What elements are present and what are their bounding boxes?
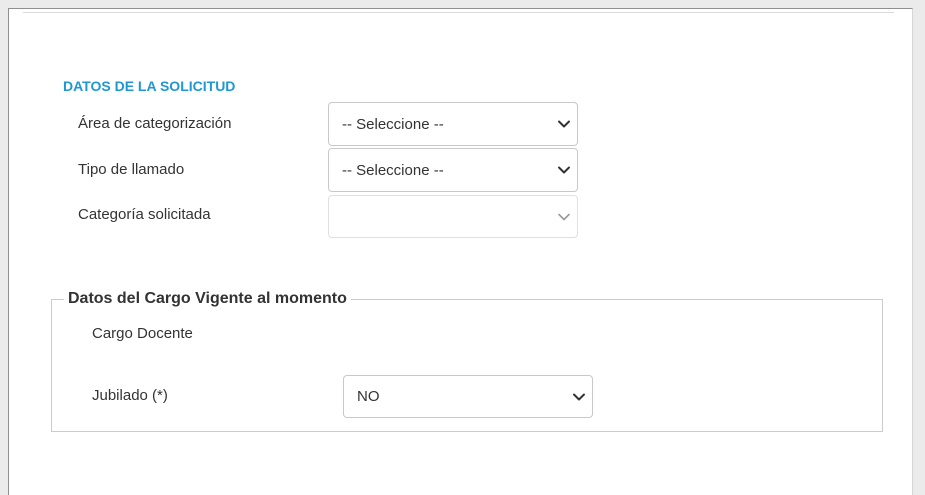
section-title: DATOS DE LA SOLICITUD (63, 78, 236, 94)
jubilado-value: NO (357, 388, 380, 405)
jubilado-label: Jubilado (*) (92, 387, 168, 404)
area-categorizacion-select[interactable]: -- Seleccione -- (328, 102, 578, 146)
area-categorizacion-label: Área de categorización (78, 115, 232, 132)
cargo-docente-label: Cargo Docente (92, 325, 193, 342)
categoria-solicitada-select[interactable] (328, 195, 578, 238)
tipo-llamado-label: Tipo de llamado (78, 161, 185, 178)
jubilado-select[interactable]: NO (343, 375, 593, 418)
chevron-down-icon (558, 120, 570, 128)
chevron-down-icon (558, 213, 570, 220)
tipo-llamado-value: -- Seleccione -- (342, 161, 444, 179)
chevron-down-icon (558, 166, 570, 174)
categoria-solicitada-label: Categoría solicitada (78, 206, 211, 223)
top-divider (23, 12, 894, 13)
form-panel: DATOS DE LA SOLICITUD Área de categoriza… (8, 8, 913, 495)
area-categorizacion-value: -- Seleccione -- (342, 115, 444, 133)
chevron-down-icon (573, 393, 585, 400)
tipo-llamado-select[interactable]: -- Seleccione -- (328, 148, 578, 192)
cargo-vigente-legend: Datos del Cargo Vigente al momento (68, 290, 347, 307)
